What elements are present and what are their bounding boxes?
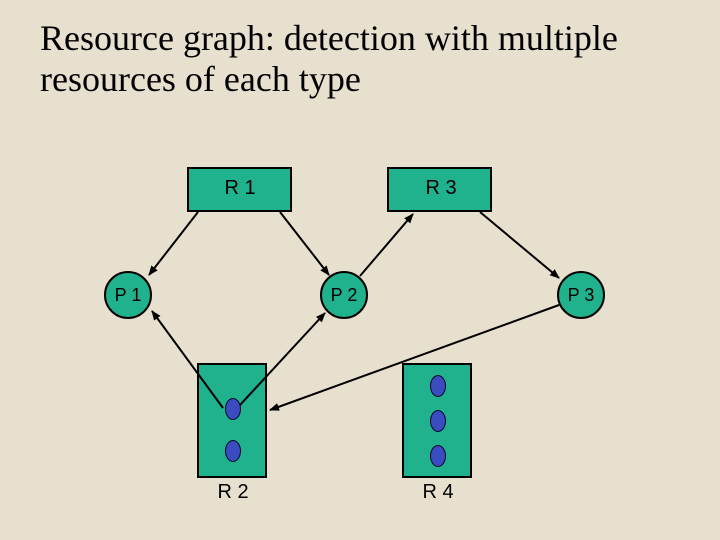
page-title: Resource graph: detection with multiple …: [40, 18, 680, 101]
process-p2-label: P 2: [331, 285, 358, 306]
resource-r2-label: R 2: [208, 481, 258, 504]
process-p1-label: P 1: [115, 285, 142, 306]
resource-r2-instance: [225, 440, 241, 462]
resource-r3-label: R 3: [416, 177, 466, 200]
resource-r2-instance: [225, 398, 241, 420]
process-p1: P 1: [104, 271, 152, 319]
resource-r4-instance: [430, 410, 446, 432]
resource-r1-label: R 1: [215, 177, 265, 200]
process-p2: P 2: [320, 271, 368, 319]
resource-r4-label: R 4: [413, 481, 463, 504]
process-p3: P 3: [557, 271, 605, 319]
resource-r4-instance: [430, 445, 446, 467]
process-p3-label: P 3: [568, 285, 595, 306]
resource-r4-instance: [430, 375, 446, 397]
